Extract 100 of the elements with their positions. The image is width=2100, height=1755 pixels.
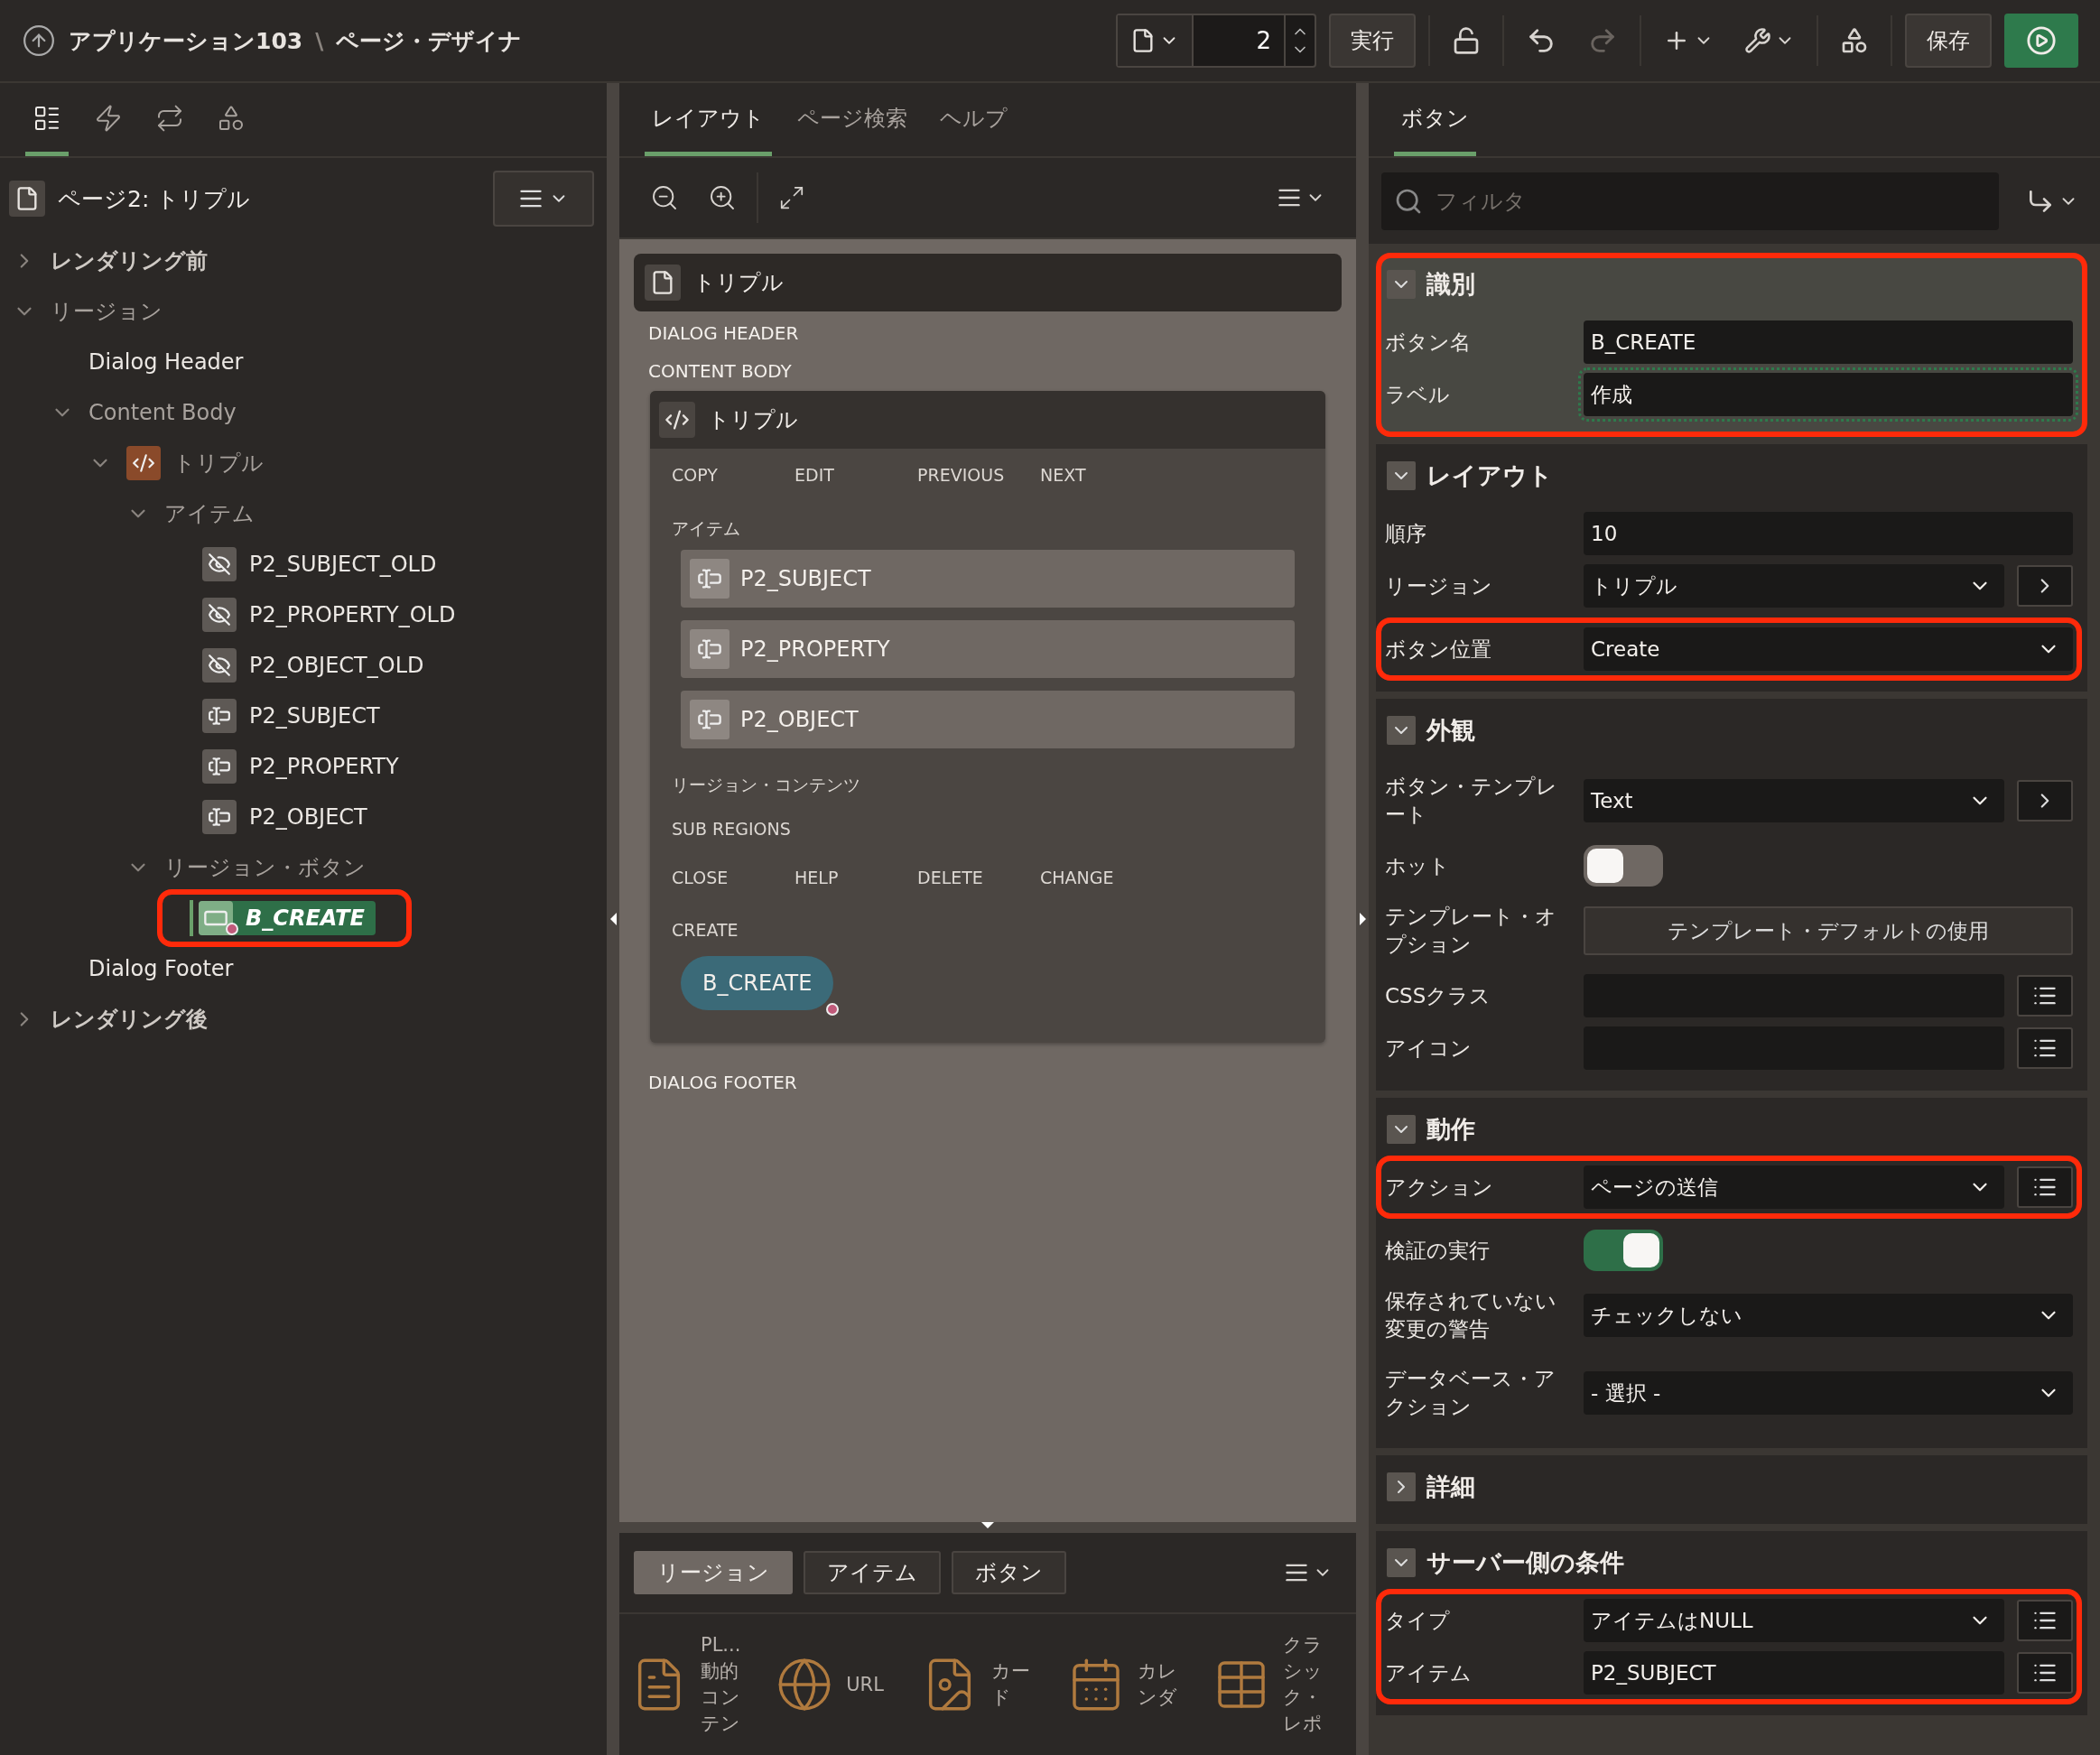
list-picker-button[interactable] bbox=[2017, 1166, 2073, 1208]
panel-tab[interactable]: ボタン bbox=[1394, 95, 1476, 156]
section-toggle[interactable] bbox=[1387, 461, 1416, 490]
eye-off-icon bbox=[202, 598, 237, 632]
text-field-icon bbox=[690, 629, 729, 669]
region-title: トリプル bbox=[708, 406, 798, 434]
canvas-button[interactable]: B_CREATE bbox=[681, 956, 834, 1010]
dropdown-field[interactable]: トリプル bbox=[1584, 564, 2004, 608]
property-label: アイテム bbox=[1384, 1659, 1473, 1686]
tree-node-label[interactable]: P2_OBJECT_OLD bbox=[249, 653, 424, 678]
tree-node-label[interactable]: P2_PROPERTY_OLD bbox=[249, 602, 456, 627]
position-label: CREATE bbox=[672, 920, 739, 940]
tree-node-label[interactable]: レンダリング後 bbox=[51, 1005, 208, 1034]
position-label: DIALOG HEADER bbox=[648, 321, 799, 346]
position-label: SUB REGIONS bbox=[672, 819, 791, 839]
section-toggle[interactable] bbox=[1387, 1548, 1416, 1577]
run-page-button[interactable] bbox=[2004, 14, 2078, 68]
section-toggle[interactable] bbox=[1387, 716, 1416, 745]
input-field[interactable]: B_CREATE bbox=[1584, 320, 2073, 364]
section-toggle[interactable] bbox=[1387, 270, 1416, 299]
property-label: 順序 bbox=[1384, 520, 1427, 547]
app-name[interactable]: アプリケーション103 bbox=[69, 25, 303, 56]
tree-node-label[interactable]: Content Body bbox=[88, 400, 237, 425]
code-icon bbox=[659, 402, 695, 438]
tree-node-label[interactable]: P2_PROPERTY bbox=[249, 754, 399, 779]
tree-menu-button[interactable] bbox=[493, 171, 594, 227]
tree-node-label[interactable]: Dialog Header bbox=[88, 349, 244, 375]
position-label: PREVIOUS bbox=[917, 465, 1006, 487]
section-toggle[interactable] bbox=[1387, 1472, 1416, 1501]
page-bar[interactable]: トリプル bbox=[634, 254, 1342, 311]
zoom-out-icon bbox=[650, 183, 679, 212]
tree-node-label[interactable]: アイテム bbox=[164, 499, 255, 528]
tree-node-label[interactable]: Dialog Footer bbox=[88, 956, 234, 981]
filter-field[interactable]: フィルタ bbox=[1381, 172, 1999, 230]
run-button[interactable]: 実行 bbox=[1329, 14, 1416, 68]
gallery-item-label[interactable]: PL... 動的コンテン bbox=[701, 1632, 748, 1737]
collapse-down-icon[interactable] bbox=[981, 1522, 994, 1528]
unlocked-padlock-icon bbox=[1452, 26, 1481, 55]
tree-node-label[interactable]: トリプル bbox=[173, 449, 264, 478]
property-label: タイプ bbox=[1384, 1607, 1451, 1634]
property-label: CSSクラス bbox=[1384, 982, 1492, 1009]
zoom-in-icon bbox=[708, 183, 737, 212]
expand-icon bbox=[778, 184, 805, 211]
dropdown-field[interactable]: ページの送信 bbox=[1584, 1165, 2004, 1209]
panel-tab[interactable]: レイアウト bbox=[645, 95, 772, 156]
panel-tab[interactable]: ヘルプ bbox=[933, 95, 1015, 156]
property-label: 検証の実行 bbox=[1384, 1237, 1491, 1264]
gallery-item-label[interactable]: クラシック・レポ bbox=[1282, 1632, 1330, 1737]
property-label: アクション bbox=[1384, 1174, 1494, 1201]
dropdown-field[interactable]: アイテムはNULL bbox=[1584, 1599, 2004, 1642]
item-card[interactable]: P2_SUBJECT bbox=[681, 550, 1295, 608]
dropdown-field[interactable]: Text bbox=[1584, 779, 2004, 822]
position-label: COPY bbox=[672, 465, 719, 487]
template-options-button[interactable]: テンプレート・デフォルトの使用 bbox=[1584, 906, 2073, 955]
tree-node-label[interactable]: リージョン bbox=[51, 297, 163, 326]
panel-tab[interactable]: ページ検索 bbox=[790, 95, 915, 156]
item-card[interactable]: P2_PROPERTY bbox=[681, 620, 1295, 678]
button-shape-icon bbox=[199, 901, 233, 935]
gallery-tab[interactable]: リージョン bbox=[634, 1551, 793, 1594]
section-toggle[interactable] bbox=[1387, 1115, 1416, 1144]
property-label: テンプレート・オプション bbox=[1384, 904, 1557, 958]
position-label: DIALOG FOOTER bbox=[648, 1071, 797, 1095]
dropdown-field[interactable]: チェックしない bbox=[1584, 1294, 2073, 1337]
input-field[interactable]: P2_SUBJECT bbox=[1584, 1651, 2004, 1695]
item-card[interactable]: P2_OBJECT bbox=[681, 691, 1295, 748]
property-label: 保存されていない変更の警告 bbox=[1384, 1288, 1557, 1342]
tree-node-label[interactable]: レンダリング前 bbox=[51, 246, 208, 275]
page-icon bbox=[9, 181, 45, 217]
tree-root-label[interactable]: ページ2: トリプル bbox=[58, 183, 480, 214]
gallery-item-label[interactable]: カード bbox=[991, 1658, 1039, 1711]
dropdown-field[interactable]: Create bbox=[1584, 627, 2073, 671]
input-field[interactable]: 10 bbox=[1584, 512, 2073, 555]
gallery-item-label[interactable]: URL bbox=[846, 1671, 894, 1698]
list-picker-button[interactable] bbox=[2017, 975, 2073, 1017]
wrench-icon bbox=[1744, 27, 1771, 54]
eye-off-icon bbox=[202, 648, 237, 682]
selected-tree-node[interactable]: B_CREATE bbox=[199, 901, 376, 935]
section-title: 動作 bbox=[1426, 1114, 1475, 1145]
section-title: 外観 bbox=[1426, 715, 1475, 746]
lightning-icon bbox=[94, 103, 123, 133]
page-name: トリプル bbox=[693, 269, 784, 297]
save-button[interactable]: 保存 bbox=[1905, 14, 1992, 68]
list-picker-button[interactable] bbox=[2017, 1027, 2073, 1069]
list-picker-button[interactable] bbox=[2017, 1600, 2073, 1641]
page-title: ページ・デザイナ bbox=[336, 26, 523, 56]
region-card[interactable]: トリプル COPY EDIT PREVIOUS NEXT アイテム P2_SUBJECT P2_PROPERTY P2_OBJECT リージョン・コンテンツ SUB REGIONS CLOSE HELP DELETE CHANGE CREATE B_CREATE bbox=[650, 391, 1325, 1043]
tree-node-label[interactable]: リージョン・ボタン bbox=[164, 853, 366, 882]
eye-off-icon bbox=[202, 547, 237, 581]
property-label: データベース・アクション bbox=[1384, 1366, 1556, 1420]
tree-node-label[interactable]: P2_OBJECT bbox=[249, 804, 367, 830]
gallery-tab[interactable]: ボタン bbox=[952, 1551, 1066, 1594]
list-picker-button[interactable] bbox=[2017, 1652, 2073, 1694]
text-field-icon bbox=[202, 800, 237, 834]
gallery-item-label[interactable]: カレンダ bbox=[1137, 1658, 1185, 1711]
dropdown-field[interactable]: - 選択 - bbox=[1584, 1371, 2073, 1415]
tree-node-label[interactable]: P2_SUBJECT bbox=[249, 703, 380, 729]
toggle-switch[interactable] bbox=[1584, 845, 1663, 887]
toggle-switch[interactable] bbox=[1584, 1230, 1663, 1271]
gallery-tab[interactable]: アイテム bbox=[804, 1551, 941, 1594]
tree-node-label[interactable]: P2_SUBJECT_OLD bbox=[249, 552, 437, 577]
